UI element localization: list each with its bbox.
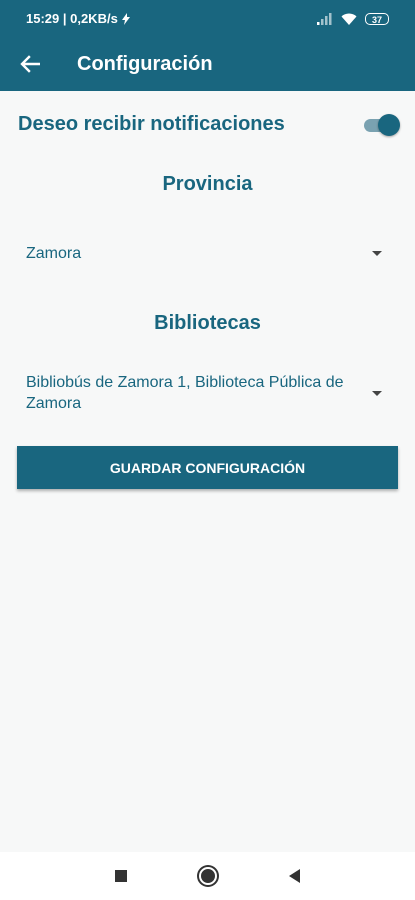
notifications-toggle[interactable] [362,113,400,136]
status-right: 37 [317,12,389,25]
province-selected: Zamora [26,245,82,262]
province-title: Provincia [162,173,253,195]
libraries-selected: Bibliobús de Zamora 1, Biblioteca Públic… [26,374,344,412]
navigation-bar [0,852,415,900]
battery-indicator: 37 [365,12,389,25]
status-time: 15:29 | 0,2KB/s [26,11,118,26]
arrow-back-icon [20,55,40,73]
back-button[interactable] [0,37,60,91]
notifications-label: Deseo recibir notificaciones [18,112,285,135]
notifications-row: Deseo recibir notificaciones [18,108,400,140]
status-bar: 15:29 | 0,2KB/s 37 [0,0,415,37]
libraries-title: Bibliotecas [154,312,261,334]
province-dropdown[interactable]: Zamora [26,243,382,264]
recent-apps-icon[interactable] [115,870,127,882]
save-configuration-button[interactable]: GUARDAR CONFIGURACIÓN [17,446,398,489]
charging-icon [121,12,130,25]
toggle-thumb [378,114,400,136]
page-title: Configuración [77,52,213,75]
status-left: 15:29 | 0,2KB/s [26,11,130,26]
signal-icon [317,12,332,25]
libraries-dropdown[interactable]: Bibliobús de Zamora 1, Biblioteca Públic… [26,372,382,414]
dropdown-arrow-icon [372,251,382,256]
nav-back-icon[interactable] [289,869,300,883]
wifi-icon [341,13,357,25]
home-icon[interactable] [199,867,217,885]
app-bar: Configuración [0,37,415,91]
dropdown-arrow-icon [372,390,382,396]
